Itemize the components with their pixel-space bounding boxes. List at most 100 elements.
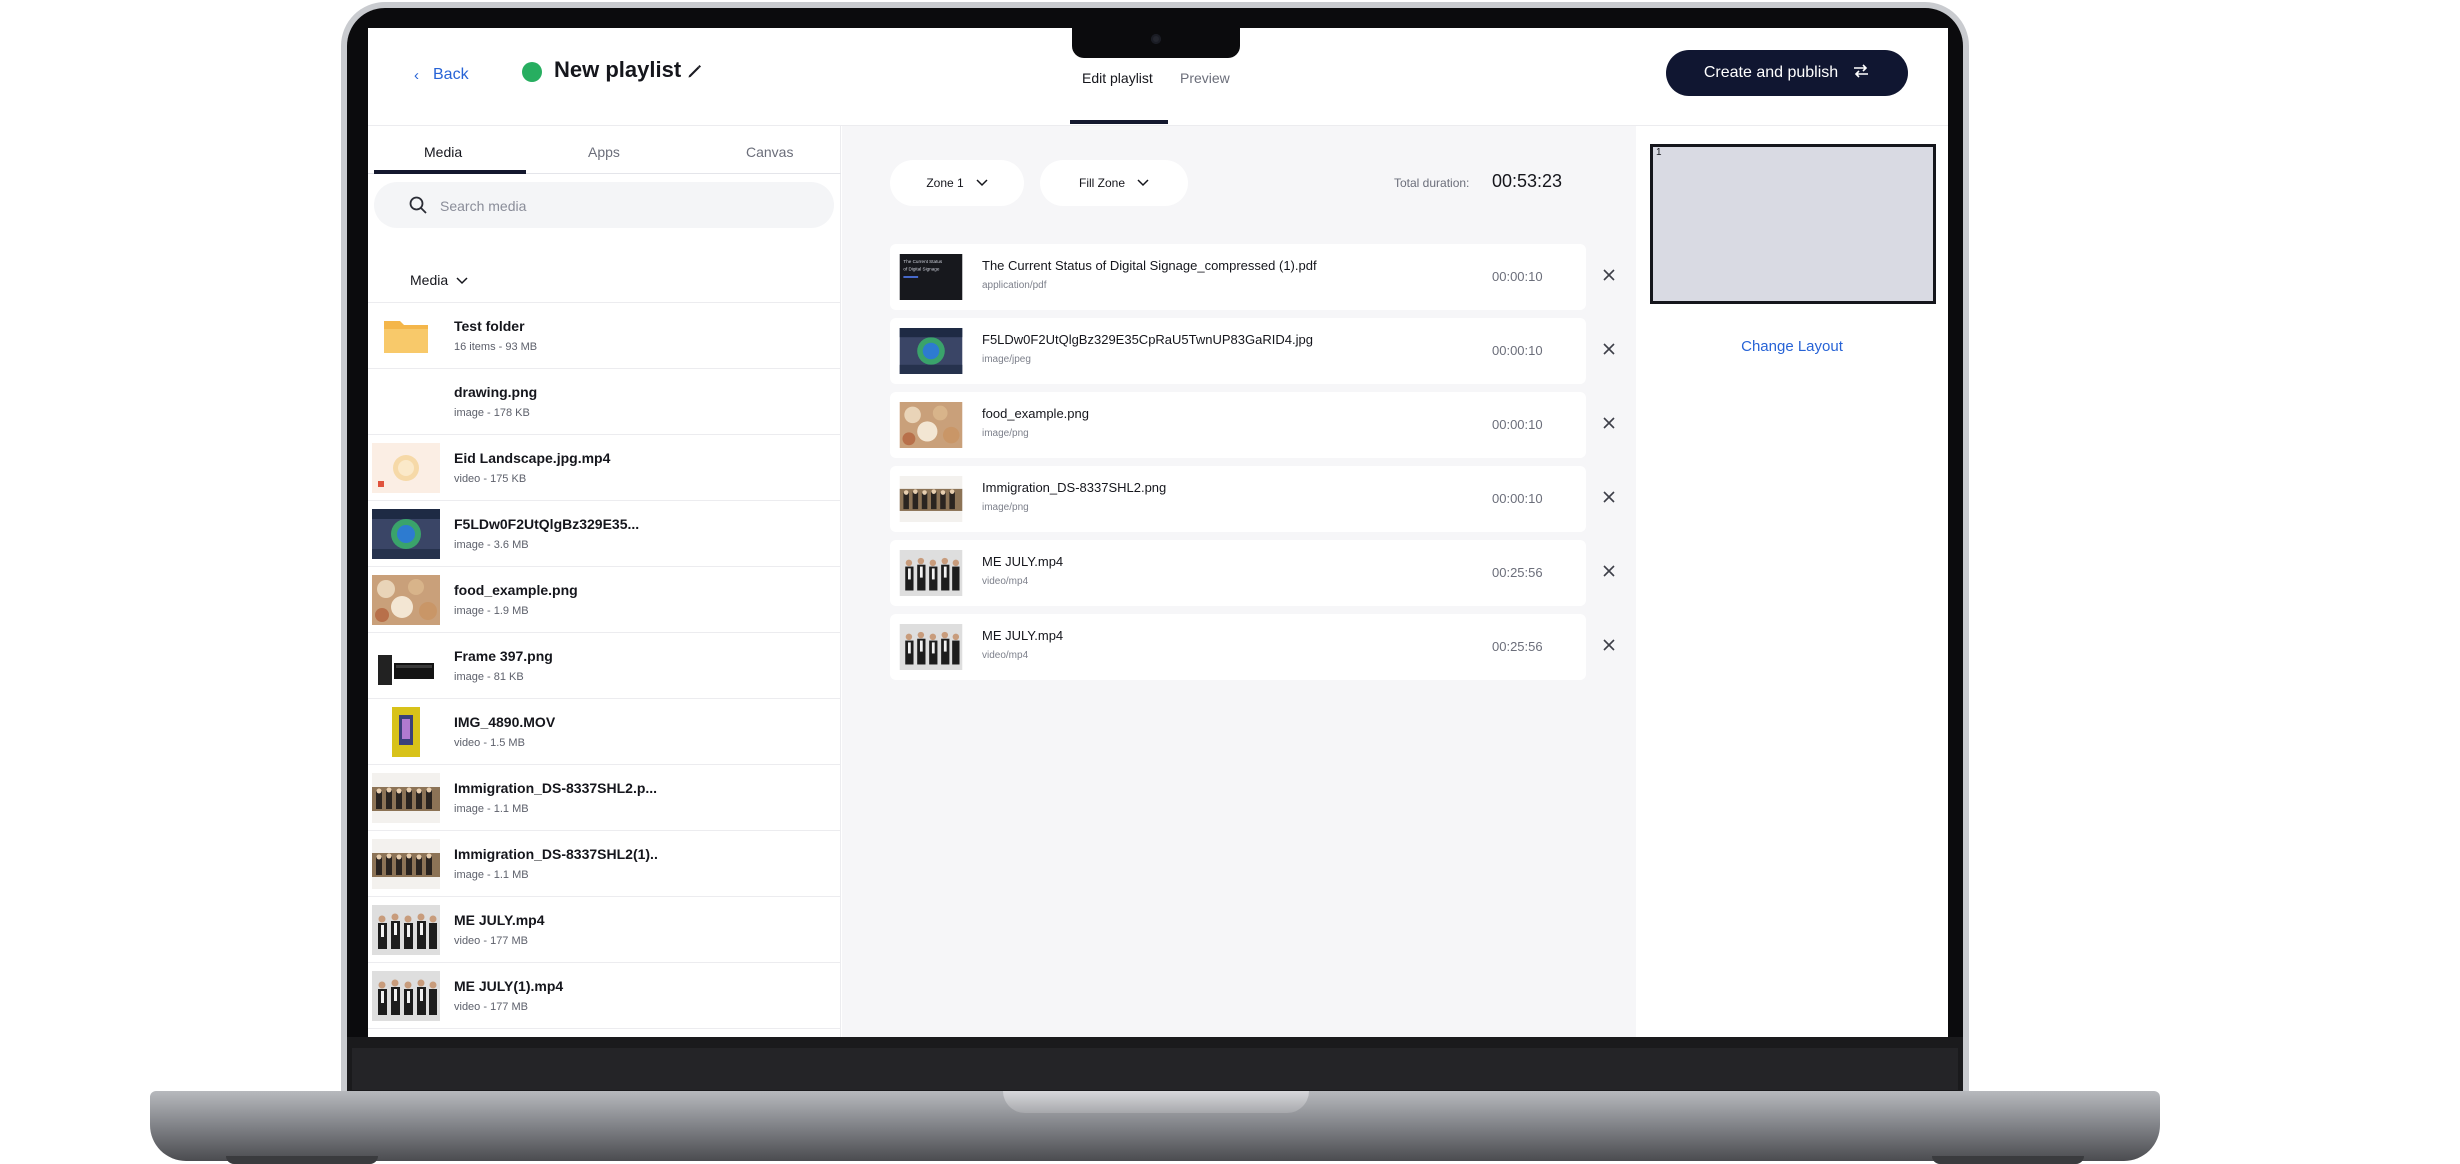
pencil-icon[interactable]: [686, 62, 704, 80]
total-duration-label: Total duration:: [1394, 176, 1470, 190]
remove-item-close-icon[interactable]: [1598, 266, 1620, 288]
media-filter-label: Media: [410, 272, 449, 288]
media-name: Immigration_DS-8337SHL2(1)..: [454, 846, 658, 862]
media-meta: video - 177 MB: [454, 1001, 528, 1013]
media-list-item[interactable]: Test folder 16 items - 93 MB: [368, 302, 841, 368]
remove-item-close-icon[interactable]: [1598, 562, 1620, 584]
playlist-item-thumbnail: [898, 402, 964, 448]
playlist-item-duration[interactable]: 00:00:10: [1492, 269, 1543, 284]
remove-item-close-icon[interactable]: [1598, 636, 1620, 658]
layout-preview-zone[interactable]: 1: [1650, 144, 1936, 304]
media-thumbnail: [372, 707, 440, 757]
active-tab-indicator: [1070, 120, 1168, 124]
media-meta: image - 81 KB: [454, 671, 524, 683]
media-name: Eid Landscape.jpg.mp4: [454, 450, 611, 466]
camera-icon: [1151, 34, 1161, 44]
search-box: [374, 182, 834, 228]
status-dot: [522, 62, 542, 82]
media-list-item[interactable]: Immigration_DS-8337SHL2.p... image - 1.1 …: [368, 764, 841, 830]
playlist-item-name: ME JULY.mp4: [982, 554, 1064, 569]
media-list-item[interactable]: drawing.png image - 178 KB: [368, 368, 841, 434]
playlist-item-type: image/png: [982, 502, 1029, 513]
playlist-item-duration[interactable]: 00:00:10: [1492, 343, 1543, 358]
playlist-item[interactable]: Immigration_DS-8337SHL2.png image/png 00:0…: [890, 466, 1586, 532]
playlist-item[interactable]: ME JULY.mp4 video/mp4 00:25:56: [890, 540, 1586, 606]
playlist-item[interactable]: ME JULY.mp4 video/mp4 00:25:56: [890, 614, 1586, 680]
media-thumbnail: [372, 377, 440, 427]
back-button[interactable]: ‹ Back: [414, 66, 469, 84]
playlist-item-name: ME JULY.mp4: [982, 628, 1064, 643]
media-thumbnail: [372, 773, 440, 823]
media-library-panel: Media Apps Canvas Media Test folder 16 it…: [368, 126, 841, 1037]
chevron-down-icon: [1137, 176, 1149, 190]
remove-item-close-icon[interactable]: [1598, 488, 1620, 510]
media-name: F5LDw0F2UtQlgBz329E35...: [454, 516, 640, 532]
media-list-item[interactable]: Eid Landscape.jpg.mp4 video - 175 KB: [368, 434, 841, 500]
zone-dropdown[interactable]: Zone 1: [890, 160, 1024, 206]
tab-canvas[interactable]: Canvas: [746, 144, 793, 160]
media-list-item[interactable]: ME JULY(1).mp4 video - 177 MB: [368, 962, 841, 1028]
remove-item-close-icon[interactable]: [1598, 414, 1620, 436]
playlist-item-name: The Current Status of Digital Signage_co…: [982, 258, 1317, 273]
media-thumbnail: [372, 311, 440, 361]
playlist-item-thumbnail: The Current Status of Digital Signage: [898, 254, 964, 300]
page-title: New playlist: [554, 57, 682, 82]
layout-panel: 1 Change Layout: [1636, 126, 1948, 1037]
create-and-publish-button[interactable]: Create and publish: [1666, 50, 1908, 96]
media-name: ME JULY(1).mp4: [454, 978, 564, 994]
playlist-item-name: Immigration_DS-8337SHL2.png: [982, 480, 1167, 495]
laptop-foot-left: [226, 1156, 378, 1164]
media-meta: video - 1.5 MB: [454, 737, 525, 749]
media-list-item[interactable]: moca latte.png: [368, 1028, 841, 1037]
media-thumbnail: [372, 905, 440, 955]
playlist-item-thumbnail: [898, 550, 964, 596]
media-list-item[interactable]: IMG_4890.MOV video - 1.5 MB: [368, 698, 841, 764]
media-filter-dropdown[interactable]: Media: [410, 272, 468, 288]
playlist-item-thumbnail: [898, 476, 964, 522]
media-list-item[interactable]: Immigration_DS-8337SHL2(1)..image - 1.1 …: [368, 830, 841, 896]
playlist-item-duration[interactable]: 00:00:10: [1492, 491, 1543, 506]
media-meta: image - 1.9 MB: [454, 605, 529, 617]
remove-item-close-icon[interactable]: [1598, 340, 1620, 362]
tab-preview[interactable]: Preview: [1180, 70, 1230, 86]
media-list-item[interactable]: ME JULY.mp4 video - 177 MB: [368, 896, 841, 962]
playlist-item-type: video/mp4: [982, 650, 1029, 661]
laptop-bottom-bezel-inner: [352, 1048, 1958, 1090]
media-list-item[interactable]: F5LDw0F2UtQlgBz329E35... image - 3.6 MB: [368, 500, 841, 566]
tab-edit-playlist[interactable]: Edit playlist: [1082, 70, 1153, 86]
playlist-item[interactable]: The Current Status of Digital Signage The…: [890, 244, 1586, 310]
media-thumbnail: [372, 509, 440, 559]
playlist-item[interactable]: food_example.png image/png 00:00:10: [890, 392, 1586, 458]
fill-mode-dropdown[interactable]: Fill Zone: [1040, 160, 1188, 206]
back-label: Back: [433, 66, 469, 83]
tab-media[interactable]: Media: [424, 144, 462, 160]
playlist-item-name: F5LDw0F2UtQlgBz329E35CpRaU5TwnUP83GaRID4…: [982, 332, 1313, 347]
playlist-item-duration[interactable]: 00:00:10: [1492, 417, 1543, 432]
change-layout-link[interactable]: Change Layout: [1636, 338, 1948, 355]
media-name: food_example.png: [454, 582, 578, 598]
media-thumbnail: [372, 839, 440, 889]
tab-apps[interactable]: Apps: [588, 144, 620, 160]
media-meta: video - 175 KB: [454, 473, 527, 485]
media-meta: image - 1.1 MB: [454, 869, 529, 881]
playlist-item-duration[interactable]: 00:25:56: [1492, 565, 1543, 580]
media-list-item[interactable]: food_example.pngimage - 1.9 MB: [368, 566, 841, 632]
active-tab-indicator: [374, 170, 526, 174]
playlist-item-name: food_example.png: [982, 406, 1089, 421]
search-input[interactable]: [440, 195, 800, 217]
playlist-item-duration[interactable]: 00:25:56: [1492, 639, 1543, 654]
media-meta: image - 178 KB: [454, 407, 530, 419]
chevron-down-icon: [976, 176, 988, 190]
media-name: Frame 397.png: [454, 648, 553, 664]
media-meta: image - 1.1 MB: [454, 803, 529, 815]
media-thumbnail: [372, 575, 440, 625]
chevron-left-icon: ‹: [414, 66, 419, 84]
search-icon: [408, 195, 428, 215]
playlist-item[interactable]: F5LDw0F2UtQlgBz329E35CpRaU5TwnUP83GaRID4…: [890, 318, 1586, 384]
zone-dropdown-label: Zone 1: [926, 176, 964, 190]
publish-label: Create and publish: [1703, 64, 1839, 81]
media-list-item[interactable]: Frame 397.png image - 81 KB: [368, 632, 841, 698]
media-name: Test folder: [454, 318, 525, 334]
playlist-item-thumbnail: [898, 328, 964, 374]
media-thumbnail: [372, 971, 440, 1021]
